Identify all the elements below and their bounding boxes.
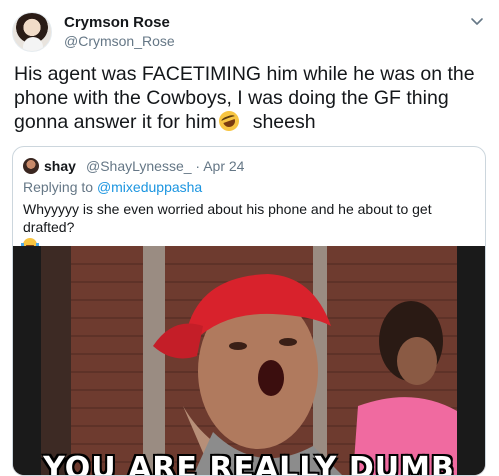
tweet-card: Crymson Rose @Crymson_Rose His agent was…	[0, 0, 499, 476]
quoted-author-avatar	[23, 158, 39, 174]
quoted-text-main: Whyyyyy is she even worried about his ph…	[23, 201, 432, 235]
meme-caption: YOU ARE REALLY DUMB	[43, 451, 455, 476]
quoted-author-handle-date: @ShayLynesse_ · Apr 24	[86, 158, 245, 174]
author-avatar[interactable]	[12, 12, 52, 52]
chevron-down-icon[interactable]	[469, 14, 485, 30]
quoted-media-image[interactable]: YOU ARE REALLY DUMB	[13, 246, 485, 476]
meme-illustration	[13, 246, 485, 475]
quoted-author-name: shay	[44, 158, 76, 174]
tweet-text-main: His agent was FACETIMING him while he wa…	[14, 63, 475, 133]
author-handle[interactable]: @Crymson_Rose	[64, 33, 175, 49]
tweet-text: His agent was FACETIMING him while he wa…	[14, 62, 490, 134]
tweet-text-tail: sheesh	[252, 111, 316, 133]
replying-prefix: Replying to	[23, 179, 97, 195]
laughing-emoji-icon	[215, 108, 242, 134]
replying-to-mention[interactable]: @mixeduppasha	[97, 179, 202, 195]
quoted-tweet[interactable]: shay @ShayLynesse_ · Apr 24 Replying to …	[12, 146, 486, 476]
author-display-name[interactable]: Crymson Rose	[64, 14, 170, 31]
replying-to-line: Replying to @mixeduppasha	[23, 179, 202, 195]
